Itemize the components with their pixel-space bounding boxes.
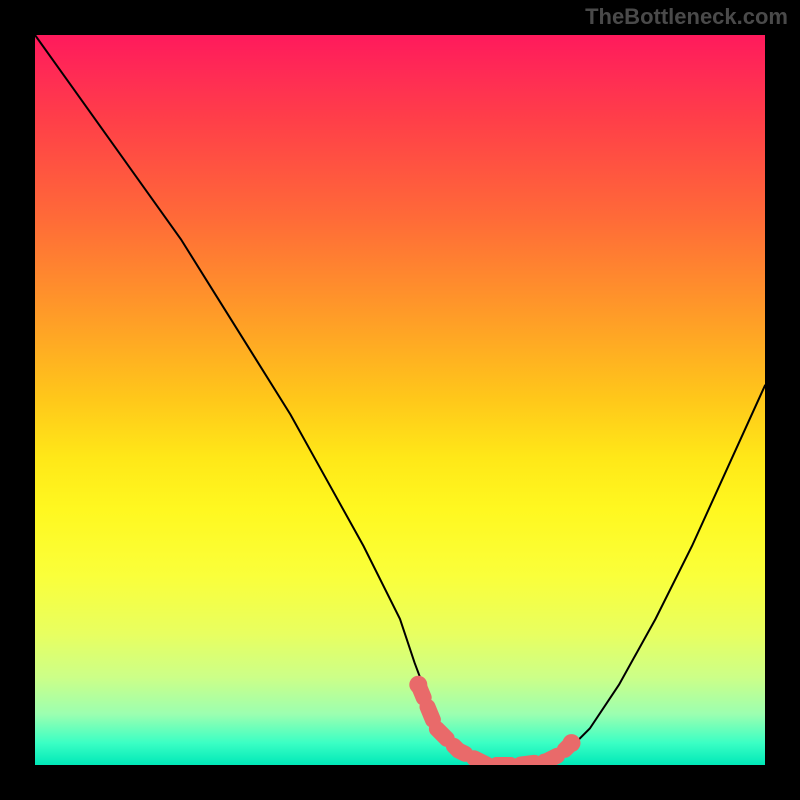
optimal-range-dots [409, 676, 580, 765]
chart-svg [35, 35, 765, 765]
bottleneck-curve [35, 35, 765, 765]
chart-container [35, 35, 765, 765]
watermark-text: TheBottleneck.com [585, 4, 788, 30]
